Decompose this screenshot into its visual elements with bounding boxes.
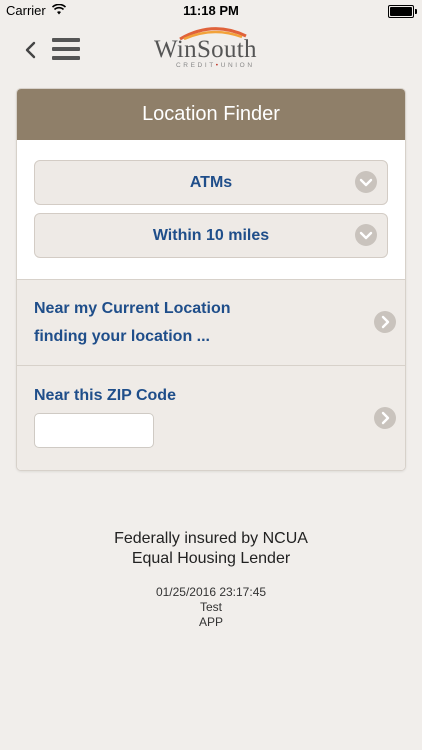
logo-name: WinSouth (154, 36, 257, 63)
status-bar: Carrier 11:18 PM (0, 0, 422, 22)
status-time: 11:18 PM (183, 3, 239, 18)
near-zip-code-row[interactable]: Near this ZIP Code (17, 366, 405, 470)
chevron-right-icon (374, 311, 396, 333)
location-type-value: ATMs (189, 174, 233, 191)
logo-subtitle: CREDIT•UNION (176, 62, 255, 69)
zip-code-title: Near this ZIP Code (34, 387, 176, 404)
menu-button[interactable] (52, 38, 80, 62)
chevron-down-icon (355, 171, 377, 193)
current-location-title: Near my Current Location (34, 300, 231, 317)
chevron-left-icon (25, 41, 36, 59)
logo-subtitle-right: UNION (220, 62, 255, 69)
filter-section: ATMs Within 10 miles (17, 140, 405, 280)
current-location-status: finding your location ... (34, 328, 210, 345)
hamburger-icon (52, 38, 80, 42)
distance-value: Within 10 miles (152, 227, 270, 244)
ncua-notice: Federally insured by NCUA (114, 530, 308, 547)
chevron-down-icon (355, 224, 377, 246)
hamburger-line (52, 56, 80, 60)
environment-label: Test (199, 600, 222, 614)
zip-code-input[interactable] (34, 413, 154, 448)
location-finder-card: Location Finder ATMs Within 10 miles Nea… (16, 88, 406, 471)
logo-subtitle-left: CREDIT (176, 62, 216, 69)
distance-select[interactable]: Within 10 miles (34, 213, 388, 258)
chevron-right-icon (374, 407, 396, 429)
card-title: Location Finder (17, 89, 405, 140)
equal-housing-notice: Equal Housing Lender (131, 550, 291, 567)
app-label: APP (198, 615, 223, 629)
timestamp: 01/25/2016 23:17:45 (155, 585, 267, 599)
winsouth-logo: WinSouth CREDIT•UNION (150, 24, 270, 70)
location-type-select[interactable]: ATMs (34, 160, 388, 205)
near-current-location-row[interactable]: Near my Current Location finding your lo… (17, 280, 405, 366)
hamburger-line (52, 47, 80, 51)
battery-icon (388, 5, 417, 18)
back-button[interactable] (22, 38, 40, 62)
